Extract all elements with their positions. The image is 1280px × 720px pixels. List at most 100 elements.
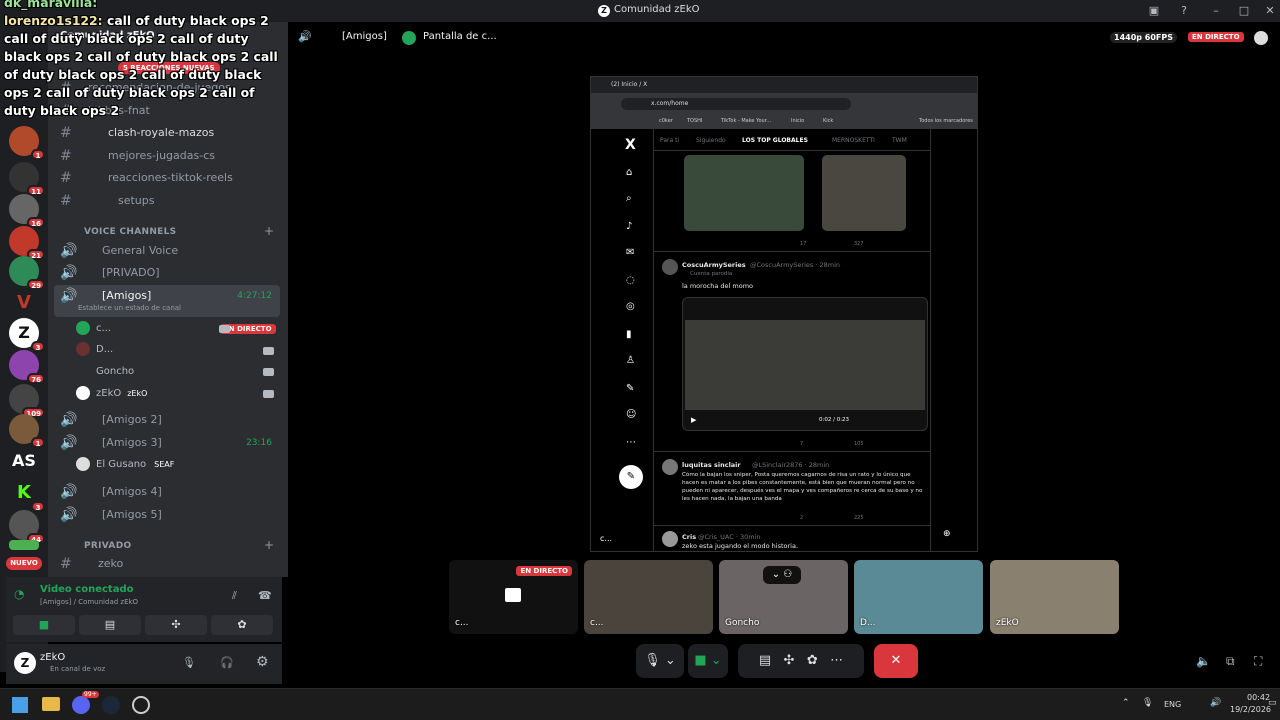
file-explorer-icon[interactable] [42, 697, 60, 711]
view-count[interactable]: 225 [854, 515, 864, 521]
tile-options-icon[interactable]: ⌄ ⚇ [763, 566, 801, 584]
end-call-button[interactable]: ✕ [874, 644, 918, 678]
voice-channel-amigos2[interactable]: 🔊 [Amigos 2] [54, 409, 280, 431]
clock-time[interactable]: 00:42 [1247, 693, 1270, 702]
channel-item[interactable]: # setups [54, 190, 280, 212]
voice-user[interactable]: El Gusano SEAF [76, 455, 174, 475]
voice-channel-amigos[interactable]: 🔊 [Amigos] 4:27:12 Establece un estado d… [54, 285, 280, 317]
tweet-author[interactable]: luquitas sinclair [682, 461, 741, 469]
video-button[interactable]: ■ [13, 615, 75, 635]
screen-share-stream[interactable]: (2) Inicio / X x.com/home c0ker TOSHI Ti… [590, 76, 978, 552]
close-icon[interactable]: ✕ [1262, 3, 1278, 19]
clock-date[interactable]: 19/2/2026 [1230, 705, 1271, 714]
post-button[interactable]: ✎ [619, 465, 643, 489]
channel-item[interactable]: # zeko [54, 553, 280, 575]
connection-location[interactable]: [Amigos] / Comunidad zEkO [40, 598, 138, 606]
bookmark[interactable]: c0ker [659, 118, 673, 124]
avatar[interactable] [662, 531, 678, 547]
avatar[interactable]: Z [14, 652, 36, 674]
volume-icon[interactable]: 🔊 [1210, 698, 1221, 708]
minimize-icon[interactable]: – [1208, 3, 1224, 19]
voice-channel-amigos4[interactable]: 🔊 [Amigos 4] [54, 481, 280, 503]
view-count[interactable]: 327 [854, 241, 864, 247]
voice-user[interactable]: c... [76, 319, 111, 339]
x-logo-icon[interactable]: X [625, 137, 636, 153]
action-buttons[interactable]: ▤ ✣ ✿ ⋯ [738, 644, 864, 678]
profile-icon[interactable]: ☺ [626, 409, 636, 420]
browser-tab[interactable]: (2) Inicio / X [611, 81, 647, 88]
fullscreen-icon[interactable]: ⛶ [1254, 654, 1262, 669]
channel-item[interactable]: # reacciones-tiktok-reels [54, 167, 280, 189]
voice-channel-amigos3[interactable]: 🔊 [Amigos 3] 23:16 [54, 432, 280, 454]
channel-name[interactable]: [Amigos] [342, 31, 387, 42]
inbox-icon[interactable]: ▣ [1146, 3, 1162, 19]
server-icon[interactable]: V [9, 288, 39, 318]
server-icon[interactable]: 109 [9, 384, 45, 418]
participant-tile[interactable]: ⌄ ⚇ Goncho [719, 560, 848, 634]
feed-tab[interactable]: TWM [892, 137, 907, 144]
server-icon[interactable]: 21 [9, 226, 45, 260]
server-icon[interactable]: 76 [9, 350, 45, 384]
voice-channel-general[interactable]: 🔊 General Voice [54, 240, 280, 262]
participant-tile[interactable]: zEkO [990, 560, 1119, 634]
server-icon[interactable]: K3 [9, 478, 45, 512]
zoom-icon[interactable]: ⊕ [943, 529, 951, 539]
home-icon[interactable]: ⌂ [626, 167, 632, 178]
video-player[interactable]: ▶ 0:02 / 0:23 [682, 297, 928, 431]
channel-status[interactable]: Establece un estado de canal [78, 303, 181, 313]
play-icon[interactable]: ▶ [691, 416, 696, 424]
more-icon[interactable]: ⋯ [626, 437, 636, 448]
chevron-up-icon[interactable]: ⌃ [1122, 698, 1130, 708]
camera-button[interactable]: ■ ⌄ [688, 644, 728, 678]
server-icon[interactable]: 11 [9, 162, 45, 196]
server-icon[interactable]: 44 [9, 510, 45, 544]
like-count[interactable]: 17 [800, 241, 806, 247]
steam-icon[interactable] [102, 696, 120, 714]
feed-tab[interactable]: Siguiendo [696, 137, 726, 144]
feed-tab[interactable]: LOS TOP GLOBALES [742, 137, 808, 144]
soundboard-button[interactable]: ✿ [211, 615, 273, 635]
voice-category[interactable]: VOICE CHANNELS [84, 227, 176, 237]
server-icon[interactable]: 1 [9, 126, 45, 160]
bookmark[interactable]: Todos los marcadores [919, 118, 973, 124]
like-count[interactable]: 2 [800, 515, 803, 521]
mail-icon[interactable]: ✉ [626, 247, 634, 258]
premium-icon[interactable]: ♙ [626, 355, 635, 366]
voice-channel-amigos5[interactable]: 🔊 [Amigos 5] [54, 504, 280, 526]
avatar[interactable] [662, 459, 678, 475]
privado-category[interactable]: PRIVADO [84, 541, 131, 551]
communities-icon[interactable]: ◎ [626, 301, 635, 312]
participant-tile[interactable]: EN DIRECTO c... [449, 560, 578, 634]
participant-tile[interactable]: D... [854, 560, 983, 634]
search-icon[interactable]: ⌕ [626, 193, 632, 204]
voice-user[interactable]: zEkO zEkO [76, 384, 147, 404]
app-icon[interactable] [132, 696, 150, 714]
disconnect-icon[interactable]: ☎ [258, 589, 272, 602]
windows-start-icon[interactable] [12, 697, 28, 713]
tweet-author[interactable]: CoscuArmySeries [682, 261, 746, 269]
server-icon[interactable]: Z3 [9, 318, 45, 352]
bookmark[interactable]: TikTok - Make Your... [721, 118, 771, 124]
new-badge[interactable]: NUEVO [6, 557, 42, 570]
notification-icon[interactable]: ▭ [1268, 698, 1277, 708]
mute-button[interactable]: 🎙 ⌄ [636, 644, 684, 678]
headphones-icon[interactable]: 🎧 [220, 656, 234, 669]
server-icon[interactable]: AS [9, 446, 39, 476]
participant-tile[interactable]: c... [584, 560, 713, 634]
voice-user[interactable]: D... [76, 340, 113, 360]
voice-user[interactable]: Goncho [76, 362, 134, 382]
feed-tab[interactable]: Para ti [660, 137, 679, 144]
microphone-icon[interactable]: 🎙 [1142, 698, 1153, 708]
avatar[interactable] [662, 259, 678, 275]
server-icon[interactable]: 16 [9, 194, 45, 228]
add-channel-icon[interactable]: + [264, 224, 274, 238]
signal-icon[interactable]: ◔ [14, 587, 24, 601]
chat-icon[interactable] [1254, 31, 1268, 45]
server-icon[interactable] [9, 540, 39, 550]
bookmark[interactable]: TOSHI [687, 118, 702, 124]
grok-icon[interactable]: ◌ [626, 275, 635, 286]
microphone-icon[interactable]: 🎙 [182, 656, 196, 669]
like-count[interactable]: 7 [800, 441, 803, 447]
channel-item[interactable]: # clash-royale-mazos [54, 122, 280, 144]
bookmark-icon[interactable]: ▮ [626, 329, 632, 340]
